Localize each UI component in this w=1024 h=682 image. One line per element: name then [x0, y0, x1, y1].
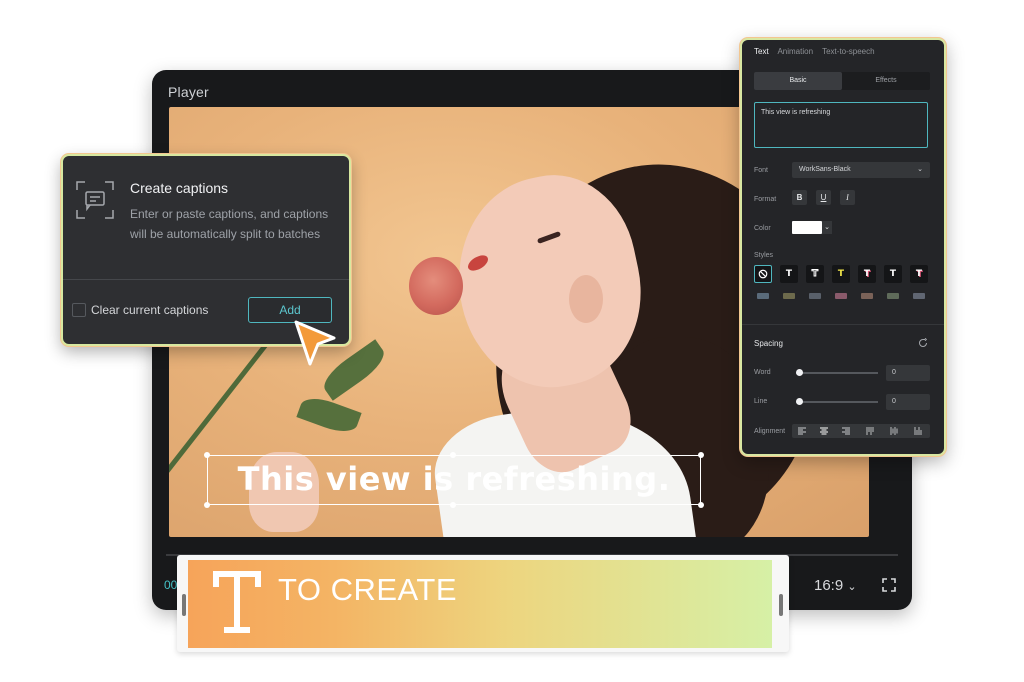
no-style-icon	[758, 269, 768, 278]
mouse-cursor-icon	[294, 320, 336, 366]
resize-handle[interactable]	[204, 502, 210, 508]
style-none[interactable]	[754, 265, 772, 283]
style-preset[interactable]	[835, 293, 847, 299]
tab-text[interactable]: Text	[754, 47, 769, 56]
resize-handle[interactable]	[698, 452, 704, 458]
style-preset[interactable]: T	[806, 265, 824, 283]
captions-popup-description: Enter or paste captions, and captions wi…	[130, 207, 329, 241]
resize-handle[interactable]	[204, 452, 210, 458]
font-value: WorkSans-Black	[799, 166, 851, 173]
line-spacing-label: Line	[754, 398, 768, 405]
style-preset[interactable]: T	[780, 265, 798, 283]
word-spacing-knob[interactable]	[796, 369, 803, 376]
video-image-ear	[569, 275, 603, 323]
divider	[742, 324, 944, 325]
chevron-down-icon[interactable]: ⌄	[822, 221, 832, 234]
style-preset[interactable]	[887, 293, 899, 299]
color-label: Color	[754, 225, 771, 232]
text-t-icon	[213, 571, 261, 633]
captions-popup-title: Create captions	[130, 180, 229, 196]
alignment-label: Alignment	[754, 428, 786, 435]
tab-text-to-speech[interactable]: Text-to-speech	[822, 47, 874, 56]
text-settings-panel: Text Animation Text-to-speech Basic Effe…	[740, 38, 946, 456]
align-top-icon[interactable]	[866, 427, 874, 435]
text-clip-label: TO CREATE	[278, 572, 458, 607]
style-preset[interactable]: T	[910, 265, 928, 283]
caption-text-input[interactable]: This view is refreshing	[754, 102, 928, 148]
style-preset[interactable]: T	[858, 265, 876, 283]
underline-button[interactable]: U	[816, 190, 831, 205]
aspect-ratio-dropdown[interactable]: 16:9 ⌄	[814, 577, 857, 594]
alignment-controls	[792, 424, 930, 438]
clear-captions-checkbox[interactable]	[72, 303, 86, 317]
spacing-title: Spacing	[754, 339, 783, 348]
clip-trim-handle-right[interactable]	[779, 594, 783, 616]
subtab-switcher: Basic Effects	[754, 72, 930, 90]
video-image-rose	[409, 257, 463, 315]
style-preset[interactable]	[783, 293, 795, 299]
style-preset[interactable]: T	[884, 265, 902, 283]
bold-button[interactable]: B	[792, 190, 807, 205]
resize-handle[interactable]	[450, 502, 456, 508]
word-spacing-slider[interactable]	[796, 372, 878, 374]
caption-selection-box[interactable]: This view is refreshing.	[204, 452, 704, 508]
format-label: Format	[754, 196, 777, 203]
align-bottom-icon[interactable]	[914, 427, 922, 435]
word-spacing-label: Word	[754, 369, 771, 376]
color-swatch[interactable]	[792, 221, 822, 234]
style-preset[interactable]	[913, 293, 925, 299]
align-center-icon[interactable]	[820, 427, 828, 435]
styles-label: Styles	[754, 252, 774, 259]
line-spacing-input[interactable]: 0	[886, 394, 930, 410]
style-preset[interactable]	[757, 293, 769, 299]
style-preset[interactable]	[861, 293, 873, 299]
clear-captions-label[interactable]: Clear current captions	[91, 303, 208, 317]
aspect-ratio-label: 16:9	[814, 577, 844, 594]
text-track-clip[interactable]: TO CREATE	[188, 560, 772, 648]
style-preset[interactable]	[809, 293, 821, 299]
italic-button[interactable]: I	[840, 190, 855, 205]
align-middle-icon[interactable]	[890, 427, 898, 435]
reset-icon[interactable]	[918, 338, 928, 348]
panel-tabs: Text Animation Text-to-speech	[754, 47, 882, 56]
video-image-leaf	[296, 392, 362, 438]
clip-trim-handle-left[interactable]	[182, 594, 186, 616]
style-preset[interactable]: T	[832, 265, 850, 283]
tab-animation[interactable]: Animation	[777, 47, 813, 56]
line-spacing-knob[interactable]	[796, 398, 803, 405]
font-label: Font	[754, 167, 769, 174]
font-dropdown[interactable]: WorkSans-Black ⌄	[792, 162, 930, 178]
chevron-down-icon: ⌄	[917, 166, 923, 173]
align-left-icon[interactable]	[798, 427, 806, 435]
align-right-icon[interactable]	[842, 427, 850, 435]
fullscreen-icon[interactable]	[882, 578, 896, 592]
current-time: 00	[164, 578, 178, 592]
captions-icon	[76, 181, 114, 219]
player-title: Player	[168, 84, 209, 100]
subtab-basic[interactable]: Basic	[754, 72, 842, 90]
resize-handle[interactable]	[450, 452, 456, 458]
chevron-down-icon: ⌄	[847, 581, 857, 593]
word-spacing-input[interactable]: 0	[886, 365, 930, 381]
line-spacing-slider[interactable]	[796, 401, 878, 403]
divider	[63, 279, 349, 280]
caption-text[interactable]: This view is refreshing.	[208, 460, 700, 498]
resize-handle[interactable]	[698, 502, 704, 508]
subtab-effects[interactable]: Effects	[842, 72, 930, 90]
